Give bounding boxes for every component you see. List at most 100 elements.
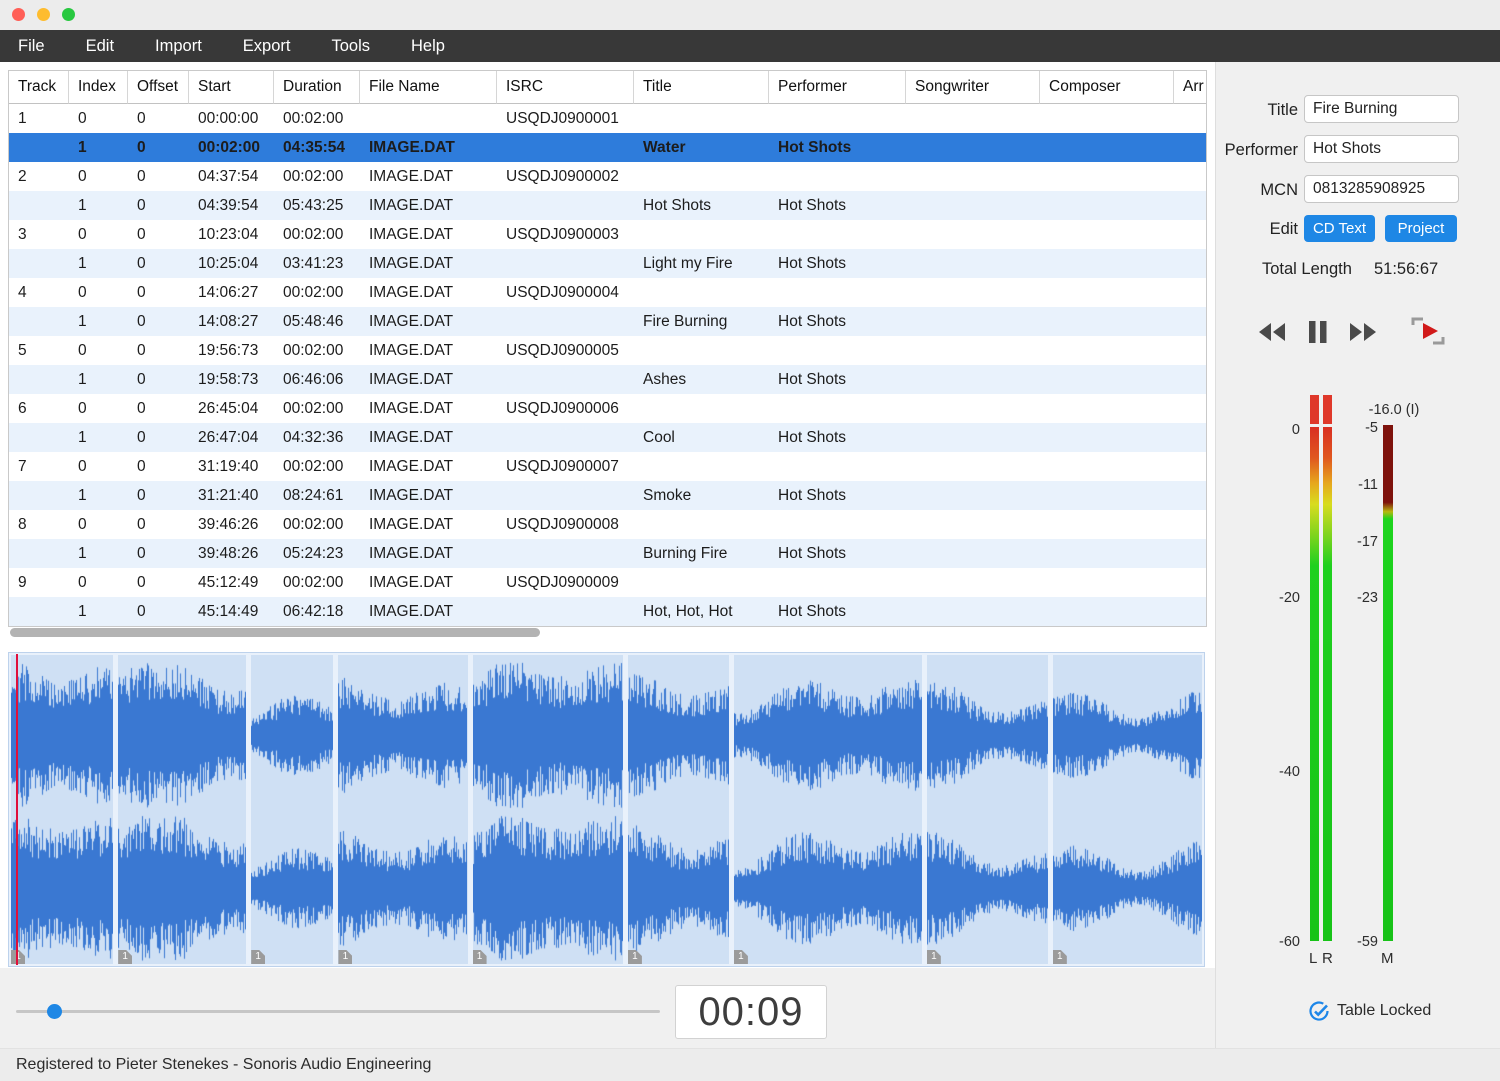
- waveform-segment[interactable]: 1: [927, 655, 1048, 964]
- cell-start: 04:39:54: [189, 191, 274, 220]
- cell-isrc: [497, 539, 634, 568]
- cell-start: 45:14:49: [189, 597, 274, 626]
- cell-songwriter: [906, 249, 1040, 278]
- level-meter-left: [1310, 395, 1319, 941]
- table-locked-checkbox[interactable]: Table Locked: [1308, 1000, 1431, 1022]
- cell-composer: [1040, 365, 1174, 394]
- table-row[interactable]: 30010:23:0400:02:00IMAGE.DATUSQDJ0900003: [9, 220, 1206, 249]
- close-window-icon[interactable]: [12, 8, 25, 21]
- cell-duration: 05:48:46: [274, 307, 360, 336]
- waveform-segment[interactable]: 1: [338, 655, 467, 964]
- project-button[interactable]: Project: [1385, 215, 1457, 242]
- cell-start: 31:19:40: [189, 452, 274, 481]
- waveform-segment[interactable]: 1: [473, 655, 623, 964]
- menu-tools[interactable]: Tools: [331, 37, 370, 56]
- playhead[interactable]: [16, 654, 18, 965]
- menu-help[interactable]: Help: [411, 37, 445, 56]
- cell-isrc: USQDJ0900008: [497, 510, 634, 539]
- menu-export[interactable]: Export: [243, 37, 291, 56]
- waveform-canvas: [628, 655, 729, 964]
- track-table: Track Index Offset Start Duration File N…: [8, 70, 1207, 627]
- cell-duration: 00:02:00: [274, 510, 360, 539]
- table-row[interactable]: 20004:37:5400:02:00IMAGE.DATUSQDJ0900002: [9, 162, 1206, 191]
- position-slider[interactable]: [16, 1010, 660, 1013]
- title-input[interactable]: [1304, 95, 1459, 123]
- loudness-readout: -16.0 (I): [1349, 402, 1439, 418]
- waveform-segment[interactable]: 1: [251, 655, 333, 964]
- rewind-icon: [1256, 322, 1288, 342]
- waveform-segment[interactable]: 1: [628, 655, 729, 964]
- table-row[interactable]: 80039:46:2600:02:00IMAGE.DATUSQDJ0900008: [9, 510, 1206, 539]
- table-row[interactable]: 1045:14:4906:42:18IMAGE.DATHot, Hot, Hot…: [9, 597, 1206, 626]
- cell-title: Hot, Hot, Hot: [634, 597, 769, 626]
- cell-arr: [1174, 394, 1206, 423]
- col-composer[interactable]: Composer: [1040, 71, 1174, 104]
- table-row[interactable]: 1026:47:0404:32:36IMAGE.DATCoolHot Shots: [9, 423, 1206, 452]
- zoom-window-icon[interactable]: [62, 8, 75, 21]
- cell-index: 1: [69, 133, 128, 162]
- menu-bar: File Edit Import Export Tools Help: [0, 30, 1500, 62]
- table-row[interactable]: 1000:02:0004:35:54IMAGE.DATWaterHot Shot…: [9, 133, 1206, 162]
- table-row[interactable]: 70031:19:4000:02:00IMAGE.DATUSQDJ0900007: [9, 452, 1206, 481]
- channel-label-l: L: [1309, 950, 1317, 967]
- table-row[interactable]: 1014:08:2705:48:46IMAGE.DATFire BurningH…: [9, 307, 1206, 336]
- cell-isrc: USQDJ0900001: [497, 104, 634, 133]
- cell-index: 1: [69, 365, 128, 394]
- col-isrc[interactable]: ISRC: [497, 71, 634, 104]
- cell-isrc: [497, 365, 634, 394]
- cell-title: [634, 104, 769, 133]
- rewind-button[interactable]: [1256, 322, 1288, 347]
- table-row[interactable]: 1010:25:0403:41:23IMAGE.DATLight my Fire…: [9, 249, 1206, 278]
- cell-file: IMAGE.DAT: [360, 365, 497, 394]
- col-start[interactable]: Start: [189, 71, 274, 104]
- cell-track: [9, 307, 69, 336]
- minimize-window-icon[interactable]: [37, 8, 50, 21]
- fast-forward-button[interactable]: [1347, 322, 1379, 347]
- waveform-canvas: [251, 655, 333, 964]
- table-row[interactable]: 1019:58:7306:46:06IMAGE.DATAshesHot Shot…: [9, 365, 1206, 394]
- cell-composer: [1040, 249, 1174, 278]
- table-row[interactable]: 60026:45:0400:02:00IMAGE.DATUSQDJ0900006: [9, 394, 1206, 423]
- col-offset[interactable]: Offset: [128, 71, 189, 104]
- table-row[interactable]: 50019:56:7300:02:00IMAGE.DATUSQDJ0900005: [9, 336, 1206, 365]
- table-row[interactable]: 1031:21:4008:24:61IMAGE.DATSmokeHot Shot…: [9, 481, 1206, 510]
- col-performer[interactable]: Performer: [769, 71, 906, 104]
- waveform-segment[interactable]: 1: [1053, 655, 1202, 964]
- cell-composer: [1040, 510, 1174, 539]
- cell-performer: Hot Shots: [769, 133, 906, 162]
- cell-file: IMAGE.DAT: [360, 336, 497, 365]
- table-row[interactable]: 1004:39:5405:43:25IMAGE.DATHot ShotsHot …: [9, 191, 1206, 220]
- table-row[interactable]: 90045:12:4900:02:00IMAGE.DATUSQDJ0900009: [9, 568, 1206, 597]
- pause-button[interactable]: [1308, 320, 1328, 349]
- mcn-input[interactable]: [1304, 175, 1459, 203]
- col-songwriter[interactable]: Songwriter: [906, 71, 1040, 104]
- hscrollbar-thumb[interactable]: [10, 628, 540, 637]
- status-bar: Registered to Pieter Stenekes - Sonoris …: [0, 1048, 1500, 1081]
- menu-import[interactable]: Import: [155, 37, 202, 56]
- waveform-segment[interactable]: 1: [734, 655, 922, 964]
- waveform-segment[interactable]: 1: [11, 655, 113, 964]
- table-row[interactable]: 1039:48:2605:24:23IMAGE.DATBurning FireH…: [9, 539, 1206, 568]
- cd-text-button[interactable]: CD Text: [1304, 215, 1375, 242]
- col-file-name[interactable]: File Name: [360, 71, 497, 104]
- col-arranger[interactable]: Arr: [1174, 71, 1206, 104]
- lr-scale-60: -60: [1256, 934, 1300, 950]
- table-row[interactable]: 10000:00:0000:02:00USQDJ0900001: [9, 104, 1206, 133]
- cell-composer: [1040, 336, 1174, 365]
- menu-file[interactable]: File: [18, 37, 45, 56]
- table-row[interactable]: 40014:06:2700:02:00IMAGE.DATUSQDJ0900004: [9, 278, 1206, 307]
- col-duration[interactable]: Duration: [274, 71, 360, 104]
- cell-songwriter: [906, 191, 1040, 220]
- cell-file: IMAGE.DAT: [360, 162, 497, 191]
- col-index[interactable]: Index: [69, 71, 128, 104]
- col-title[interactable]: Title: [634, 71, 769, 104]
- performer-input[interactable]: [1304, 135, 1459, 163]
- cell-songwriter: [906, 481, 1040, 510]
- play-from-marker-button[interactable]: [1410, 316, 1446, 351]
- waveform-segment[interactable]: 1: [118, 655, 246, 964]
- cell-title: [634, 568, 769, 597]
- position-slider-thumb[interactable]: [47, 1004, 62, 1019]
- menu-edit[interactable]: Edit: [86, 37, 114, 56]
- col-track[interactable]: Track: [9, 71, 69, 104]
- cell-performer: [769, 162, 906, 191]
